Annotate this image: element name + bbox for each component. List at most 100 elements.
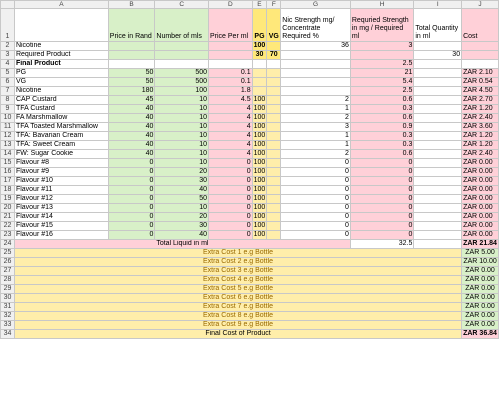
price-per-ml-cell[interactable]: 4.5	[208, 95, 253, 105]
extra-cost-value[interactable]: ZAR 5.00	[461, 248, 499, 258]
cell[interactable]	[413, 131, 463, 141]
cell[interactable]	[208, 50, 253, 60]
row-number[interactable]: 2	[0, 41, 15, 51]
header-cost[interactable]: Cost	[461, 8, 499, 42]
cell[interactable]	[413, 176, 463, 186]
header-nic-strength[interactable]: Nic Strength mg/ Concentrate Required %	[280, 8, 351, 42]
extra-cost-label[interactable]: Extra Cost 8 e.g Bottle	[13, 311, 463, 321]
req-cell[interactable]	[349, 50, 415, 60]
row-number[interactable]: 17	[0, 176, 15, 186]
ingredient-name[interactable]: Flavour #16	[13, 230, 109, 240]
req-cell[interactable]: 3	[349, 41, 415, 51]
nic-cell[interactable]	[280, 50, 351, 60]
cell[interactable]	[461, 41, 499, 51]
cost-cell[interactable]: ZAR 0.00	[461, 221, 499, 231]
mls-cell[interactable]: 20	[154, 167, 209, 177]
ingredient-name[interactable]: Flavour #10	[13, 176, 109, 186]
pg-cell[interactable]: 100	[251, 158, 268, 168]
mls-cell[interactable]: 500	[154, 68, 209, 78]
price-cell[interactable]: 0	[107, 203, 156, 213]
required-ml-cell[interactable]: 0	[349, 167, 415, 177]
cell[interactable]	[413, 140, 463, 150]
cost-cell[interactable]: ZAR 0.00	[461, 167, 499, 177]
row-number[interactable]: 4	[0, 59, 15, 69]
mls-cell[interactable]: 100	[154, 86, 209, 96]
extra-cost-value[interactable]: ZAR 0.00	[461, 311, 499, 321]
cost-cell[interactable]: ZAR 2.40	[461, 149, 499, 159]
vg-cell[interactable]	[266, 221, 282, 231]
concentrate-cell[interactable]	[280, 68, 351, 78]
mls-cell[interactable]: 10	[154, 203, 209, 213]
concentrate-cell[interactable]: 0	[280, 185, 351, 195]
concentrate-cell[interactable]: 2	[280, 113, 351, 123]
price-per-ml-cell[interactable]: 0	[208, 194, 253, 204]
cell[interactable]	[413, 203, 463, 213]
concentrate-cell[interactable]: 3	[280, 122, 351, 132]
cost-cell[interactable]: ZAR 1.20	[461, 131, 499, 141]
cell[interactable]	[107, 59, 156, 69]
vg-cell[interactable]	[266, 140, 282, 150]
column-header-b[interactable]: B	[107, 0, 156, 9]
ingredient-name[interactable]: Flavour #12	[13, 194, 109, 204]
column-header-a[interactable]: A	[13, 0, 109, 9]
extra-cost-label[interactable]: Extra Cost 6 e.g Bottle	[13, 293, 463, 303]
row-number[interactable]: 9	[0, 104, 15, 114]
row-number[interactable]: 8	[0, 95, 15, 105]
mls-cell[interactable]: 10	[154, 149, 209, 159]
pg-cell[interactable]: 100	[251, 113, 268, 123]
price-per-ml-cell[interactable]: 4	[208, 140, 253, 150]
cell[interactable]	[107, 41, 156, 51]
column-header-d[interactable]: D	[208, 0, 253, 9]
price-per-ml-cell[interactable]: 0.1	[208, 68, 253, 78]
price-per-ml-cell[interactable]: 0	[208, 230, 253, 240]
vg-cell[interactable]	[266, 41, 282, 51]
cell[interactable]	[413, 104, 463, 114]
concentrate-cell[interactable]: 2	[280, 149, 351, 159]
pg-cell[interactable]: 100	[251, 149, 268, 159]
cell[interactable]	[413, 122, 463, 132]
mls-cell[interactable]: 30	[154, 221, 209, 231]
required-ml-cell[interactable]: 0	[349, 221, 415, 231]
row-number[interactable]: 24	[0, 239, 15, 249]
ingredient-name[interactable]: Flavour #8	[13, 158, 109, 168]
extra-cost-label[interactable]: Extra Cost 9 e.g Bottle	[13, 320, 463, 330]
pg-cell[interactable]: 100	[251, 176, 268, 186]
concentrate-cell[interactable]	[280, 86, 351, 96]
vg-cell[interactable]: 70	[266, 50, 282, 60]
mls-cell[interactable]: 50	[154, 194, 209, 204]
cost-cell[interactable]: ZAR 2.40	[461, 113, 499, 123]
cell[interactable]	[413, 167, 463, 177]
cost-cell[interactable]: ZAR 0.00	[461, 230, 499, 240]
price-per-ml-cell[interactable]: 0	[208, 158, 253, 168]
price-cell[interactable]: 40	[107, 113, 156, 123]
cost-cell[interactable]: ZAR 4.50	[461, 86, 499, 96]
vg-cell[interactable]	[266, 86, 282, 96]
pg-cell[interactable]: 100	[251, 122, 268, 132]
row-number[interactable]: 7	[0, 86, 15, 96]
mls-cell[interactable]: 40	[154, 185, 209, 195]
row-number[interactable]: 5	[0, 68, 15, 78]
price-per-ml-cell[interactable]: 4	[208, 149, 253, 159]
cell[interactable]	[461, 50, 499, 60]
row-number[interactable]: 12	[0, 131, 15, 141]
qty-cell[interactable]: 30	[413, 50, 463, 60]
row-number[interactable]: 34	[0, 329, 15, 339]
final-product-strength[interactable]: 2.5	[349, 59, 415, 69]
total-liquid-label[interactable]: Total Liquid in ml	[13, 239, 351, 249]
cost-cell[interactable]: ZAR 0.00	[461, 158, 499, 168]
row-number[interactable]: 15	[0, 158, 15, 168]
vg-cell[interactable]	[266, 203, 282, 213]
extra-cost-value[interactable]: ZAR 0.00	[461, 275, 499, 285]
price-cell[interactable]: 50	[107, 68, 156, 78]
price-cell[interactable]: 0	[107, 212, 156, 222]
cell[interactable]	[13, 8, 109, 42]
cost-cell[interactable]: ZAR 0.00	[461, 185, 499, 195]
cell[interactable]	[413, 194, 463, 204]
row-number[interactable]: 1	[0, 8, 15, 42]
pg-cell[interactable]: 100	[251, 203, 268, 213]
pg-cell[interactable]: 100	[251, 131, 268, 141]
concentrate-cell[interactable]: 0	[280, 230, 351, 240]
cell[interactable]	[413, 59, 463, 69]
required-ml-cell[interactable]: 0	[349, 203, 415, 213]
vg-cell[interactable]	[266, 185, 282, 195]
